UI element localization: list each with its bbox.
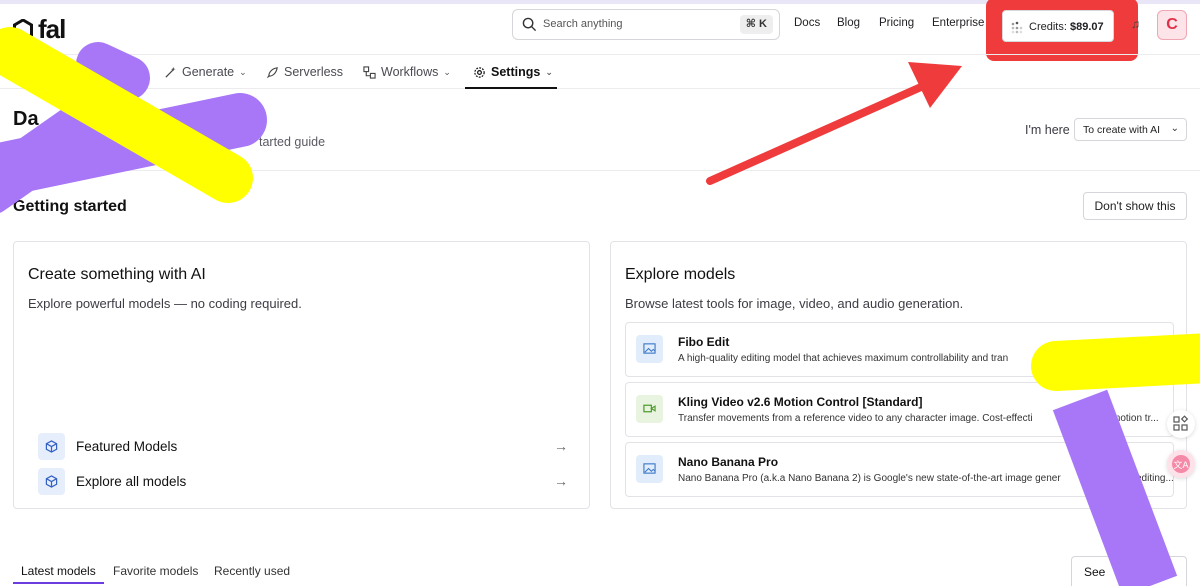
translate-float-button[interactable]: 文A <box>1167 450 1195 478</box>
model-item-kling-video[interactable]: Kling Video v2.6 Motion Control [Standar… <box>625 382 1174 437</box>
create-card-title: Create something with AI <box>28 266 206 283</box>
see-all-label: See <box>1084 565 1106 579</box>
explore-all-models-label: Explore all models <box>76 474 187 489</box>
search-shortcut: ⌘ K <box>739 15 773 34</box>
blog-link[interactable]: Blog <box>837 17 860 29</box>
grid-icon <box>84 66 97 78</box>
tab-favorite-models[interactable]: Favorite models <box>113 564 198 578</box>
nav-generate-label: Generate <box>182 65 235 79</box>
nav-explore[interactable]: Explore <box>84 64 144 80</box>
enterprise-link[interactable]: Enterprise <box>932 17 984 29</box>
notification-icon[interactable]: ♫ <box>1131 17 1140 31</box>
create-card-subtitle: Explore powerful models — no coding requ… <box>28 296 302 311</box>
model-item-nano-banana-pro[interactable]: Nano Banana Pro Nano Banana Pro (a.k.a N… <box>625 442 1174 497</box>
goal-select-value: To create with AI <box>1083 124 1161 136</box>
nav-settings-label: Settings <box>491 65 541 79</box>
model-item-fibo-edit[interactable]: Fibo Edit A high-quality editing model t… <box>625 322 1174 377</box>
nav-home-label: Home <box>30 65 64 79</box>
model-description: Transfer movements from a reference vide… <box>678 413 1033 424</box>
model-description: A high-quality editing model that achiev… <box>678 353 1009 364</box>
nav-workflows-label: Workflows <box>381 65 439 79</box>
fal-logo-icon <box>13 18 33 41</box>
credits-label: Credits: $89.07 <box>1029 21 1104 33</box>
chevron-down-icon: ⌄ <box>545 66 553 77</box>
credits-button[interactable]: Credits: $89.07 <box>1002 10 1114 42</box>
svg-text:文A: 文A <box>1173 459 1189 471</box>
chevron-down-icon: ⌄ <box>1170 123 1179 134</box>
fal-logo[interactable]: fal <box>12 14 66 45</box>
logo-text: fal <box>38 14 66 44</box>
cube-icon <box>38 468 65 495</box>
dots-grid-icon <box>1011 21 1023 34</box>
featured-models-label: Featured Models <box>76 439 178 454</box>
gear-icon <box>474 66 485 78</box>
model-name: Kling Video v2.6 Motion Control [Standar… <box>678 395 923 409</box>
model-description: Nano Banana Pro (a.k.a Nano Banana 2) is… <box>678 473 1061 484</box>
model-name: Fibo Edit <box>678 335 730 349</box>
magic-wand-icon <box>165 66 176 78</box>
home-icon <box>12 66 25 78</box>
apps-icon <box>1173 415 1189 431</box>
explore-all-models-link[interactable]: Explore all models → <box>38 468 568 496</box>
nav-home[interactable]: Home <box>12 64 63 80</box>
see-all-button[interactable]: See → <box>1071 556 1187 586</box>
nav-settings[interactable]: Settings ⌄ <box>473 64 553 80</box>
nav-serverless[interactable]: Serverless <box>266 64 343 80</box>
video-icon <box>636 395 663 423</box>
tab-latest-models[interactable]: Latest models <box>21 564 96 578</box>
nav-workflows[interactable]: Workflows ⌄ <box>363 64 451 80</box>
main-nav: Home Explore Generate ⌄ Serverless Workf… <box>0 54 1200 89</box>
arrow-right-icon: → <box>554 438 568 454</box>
section-title: Getting started <box>13 198 127 215</box>
divider <box>0 170 1200 171</box>
dont-show-button[interactable]: Don't show this <box>1083 192 1187 220</box>
nav-serverless-label: Serverless <box>284 65 344 79</box>
im-here-label: I'm here <box>1025 123 1070 137</box>
search-placeholder: Search anything <box>543 18 623 30</box>
nav-generate[interactable]: Generate ⌄ <box>164 64 247 80</box>
featured-models-link[interactable]: Featured Models → <box>38 433 568 461</box>
create-card: Create something with AI Explore powerfu… <box>13 241 590 509</box>
translate-icon: 文A <box>1172 455 1190 473</box>
pricing-link[interactable]: Pricing <box>879 17 914 29</box>
explore-card-subtitle: Browse latest tools for image, video, an… <box>625 296 964 311</box>
chevron-down-icon: ⌄ <box>239 66 247 77</box>
apps-float-button[interactable] <box>1167 410 1195 438</box>
arrow-shaft <box>706 79 934 185</box>
docs-link[interactable]: Docs <box>794 17 820 29</box>
explore-card-title: Explore models <box>625 266 736 283</box>
goal-select[interactable]: To create with AI ⌄ <box>1074 118 1187 141</box>
explore-card: Explore models Browse latest tools for i… <box>610 241 1187 509</box>
search-icon <box>522 17 537 32</box>
avatar[interactable]: C <box>1157 10 1187 40</box>
image-icon <box>636 335 663 363</box>
active-nav-indicator <box>465 87 557 89</box>
search-input[interactable]: Search anything ⌘ K <box>512 9 780 40</box>
model-description-tail: motion tr... <box>1112 413 1159 424</box>
page-subtitle[interactable]: tarted guide <box>259 135 325 149</box>
model-name: Nano Banana Pro <box>678 455 779 469</box>
active-tab-indicator <box>13 582 104 584</box>
arrow-right-icon: → <box>554 473 568 489</box>
image-icon <box>636 455 663 483</box>
tab-recently-used[interactable]: Recently used <box>214 564 290 578</box>
cube-icon <box>38 433 65 460</box>
nav-explore-label: Explore <box>102 65 145 79</box>
rocket-icon <box>266 66 278 78</box>
workflow-icon <box>363 65 376 79</box>
page-title: Da <box>13 108 39 130</box>
arrow-right-icon: → <box>1160 564 1174 580</box>
chevron-down-icon: ⌄ <box>443 66 451 77</box>
